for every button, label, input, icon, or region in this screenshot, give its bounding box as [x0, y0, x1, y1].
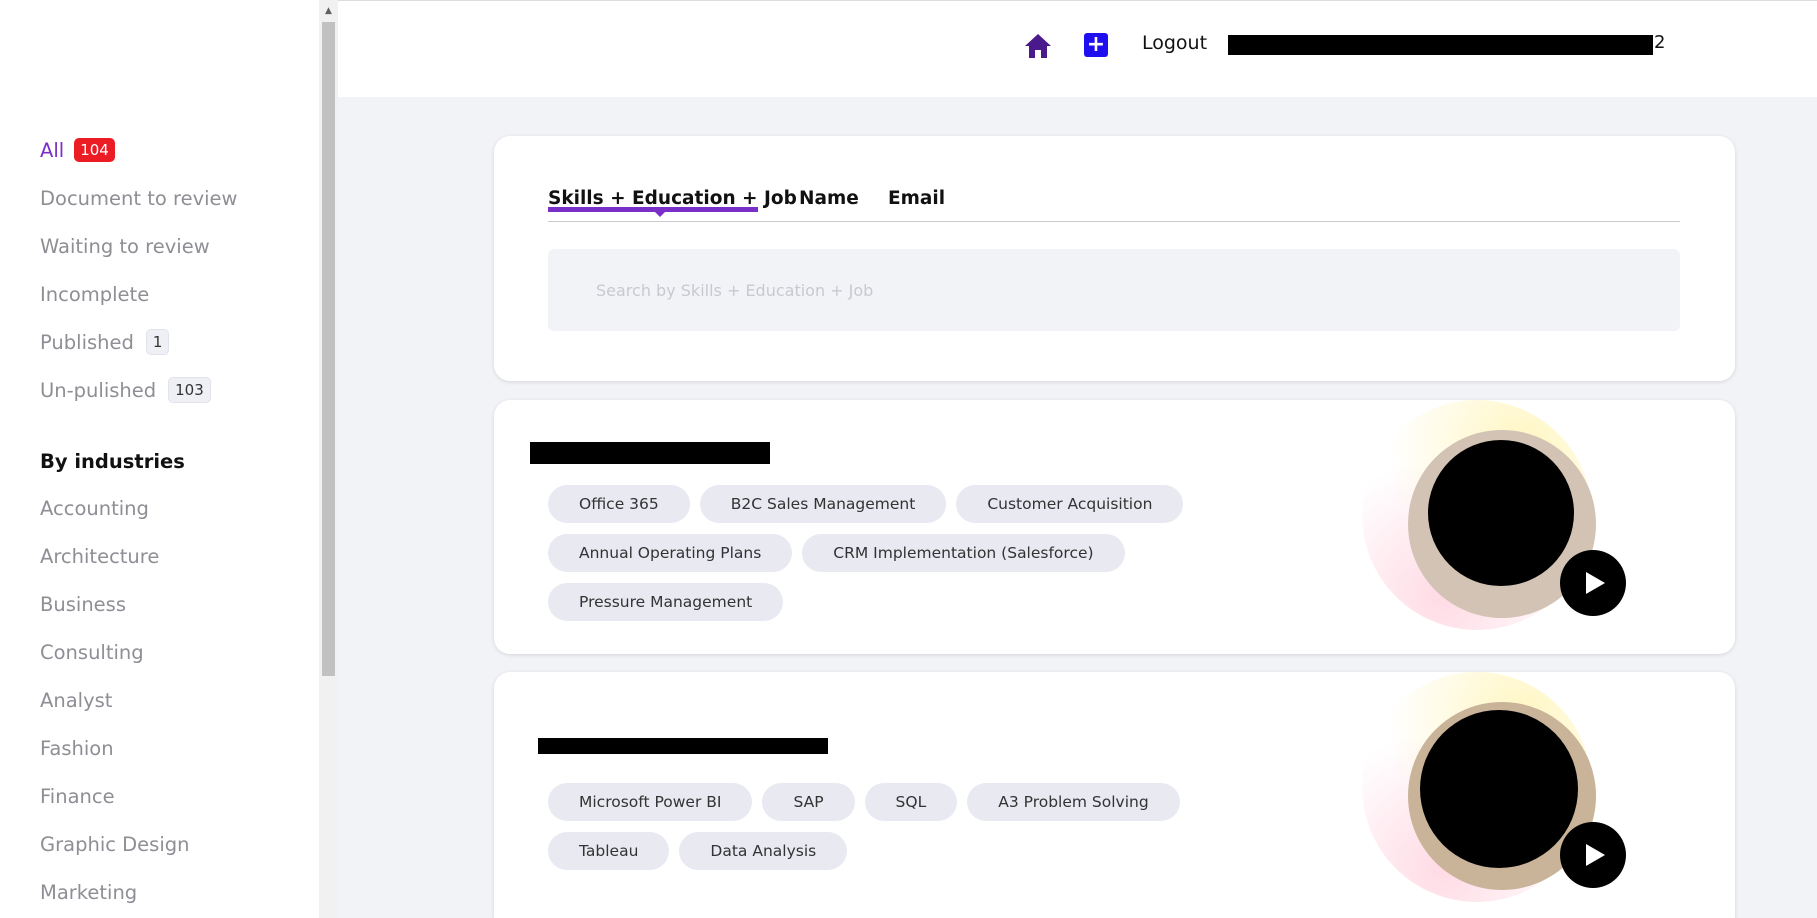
skill-tag[interactable]: B2C Sales Management: [699, 485, 947, 523]
play-icon: [1586, 572, 1605, 594]
home-icon[interactable]: [1024, 33, 1052, 59]
skill-tag[interactable]: Office 365: [548, 485, 690, 523]
redacted-photo: [1420, 710, 1578, 868]
play-video-button[interactable]: [1560, 822, 1626, 888]
industry-item-accounting[interactable]: Accounting: [40, 497, 189, 525]
filter-label: Published: [40, 330, 134, 354]
profile-video-avatar: [1362, 400, 1626, 630]
count-badge: 103: [168, 377, 211, 403]
status-filter-list: All 104 Document to review Waiting to re…: [40, 136, 238, 424]
redacted-user-email: [1228, 35, 1653, 55]
search-card: Skills + Education + Job Name Email: [494, 136, 1735, 381]
industry-item-business[interactable]: Business: [40, 593, 189, 621]
filter-waiting-to-review[interactable]: Waiting to review: [40, 232, 238, 260]
skill-tag[interactable]: Tableau: [548, 832, 670, 870]
play-icon: [1586, 844, 1605, 866]
search-tabs: Skills + Education + Job Name Email: [548, 188, 1680, 222]
industry-item-graphic-design[interactable]: Graphic Design: [40, 833, 189, 861]
industry-list: Accounting Architecture Business Consult…: [40, 497, 189, 918]
profile-video-avatar: [1362, 672, 1626, 902]
profile-card[interactable]: Office 365 B2C Sales Management Customer…: [494, 400, 1735, 654]
skill-tags: Office 365 B2C Sales Management Customer…: [548, 485, 1248, 632]
caret-down-icon: [654, 211, 666, 217]
redacted-photo: [1428, 440, 1574, 586]
search-input[interactable]: [548, 249, 1680, 331]
filter-published[interactable]: Published 1: [40, 328, 238, 356]
filter-label: Un-pulished: [40, 378, 157, 402]
plus-icon[interactable]: +: [1084, 33, 1108, 57]
skill-tag[interactable]: Customer Acquisition: [956, 485, 1184, 523]
industry-item-finance[interactable]: Finance: [40, 785, 189, 813]
industry-item-fashion[interactable]: Fashion: [40, 737, 189, 765]
skill-tag[interactable]: Data Analysis: [679, 832, 848, 870]
redacted-name: [538, 738, 828, 754]
tab-label: Name: [799, 188, 859, 209]
tab-skills-education-job[interactable]: Skills + Education + Job: [548, 188, 797, 217]
filter-label: All: [40, 138, 65, 162]
active-tab-indicator: [548, 207, 758, 212]
logout-link[interactable]: Logout: [1142, 32, 1207, 54]
top-header: + Logout 2: [338, 0, 1817, 97]
count-badge: 1: [145, 329, 170, 355]
filter-unpublished[interactable]: Un-pulished 103: [40, 376, 238, 404]
sidebar-scrollbar[interactable]: ▲: [319, 0, 338, 918]
tab-email[interactable]: Email: [888, 188, 945, 209]
filter-label: Waiting to review: [40, 234, 210, 258]
skill-tags: Microsoft Power BI SAP SQL A3 Problem So…: [548, 783, 1248, 881]
filter-document-to-review[interactable]: Document to review: [40, 184, 238, 212]
skill-tag[interactable]: SQL: [864, 783, 958, 821]
industry-item-analyst[interactable]: Analyst: [40, 689, 189, 717]
filter-label: Document to review: [40, 186, 238, 210]
skill-tag[interactable]: Microsoft Power BI: [548, 783, 753, 821]
filter-all[interactable]: All 104: [40, 136, 238, 164]
filter-label: Incomplete: [40, 282, 150, 306]
skill-tag[interactable]: SAP: [762, 783, 855, 821]
sidebar: All 104 Document to review Waiting to re…: [0, 0, 319, 918]
scrollbar-thumb[interactable]: [322, 22, 335, 676]
industries-heading: By industries: [40, 450, 185, 473]
industry-item-marketing[interactable]: Marketing: [40, 881, 189, 909]
scroll-up-arrow-icon[interactable]: ▲: [319, 0, 338, 22]
filter-incomplete[interactable]: Incomplete: [40, 280, 238, 308]
industry-item-architecture[interactable]: Architecture: [40, 545, 189, 573]
redacted-name: [530, 442, 770, 464]
count-badge: 104: [74, 138, 115, 162]
skill-tag[interactable]: CRM Implementation (Salesforce): [802, 534, 1125, 572]
tab-label: Skills + Education + Job: [548, 188, 797, 209]
skill-tag[interactable]: Annual Operating Plans: [548, 534, 793, 572]
tab-name[interactable]: Name: [799, 188, 859, 209]
profile-card[interactable]: Microsoft Power BI SAP SQL A3 Problem So…: [494, 672, 1735, 918]
tab-label: Email: [888, 188, 946, 209]
skill-tag[interactable]: A3 Problem Solving: [967, 783, 1180, 821]
play-video-button[interactable]: [1560, 550, 1626, 616]
user-email-tail: 2: [1654, 32, 1666, 53]
skill-tag[interactable]: Pressure Management: [548, 583, 784, 621]
industry-item-consulting[interactable]: Consulting: [40, 641, 189, 669]
